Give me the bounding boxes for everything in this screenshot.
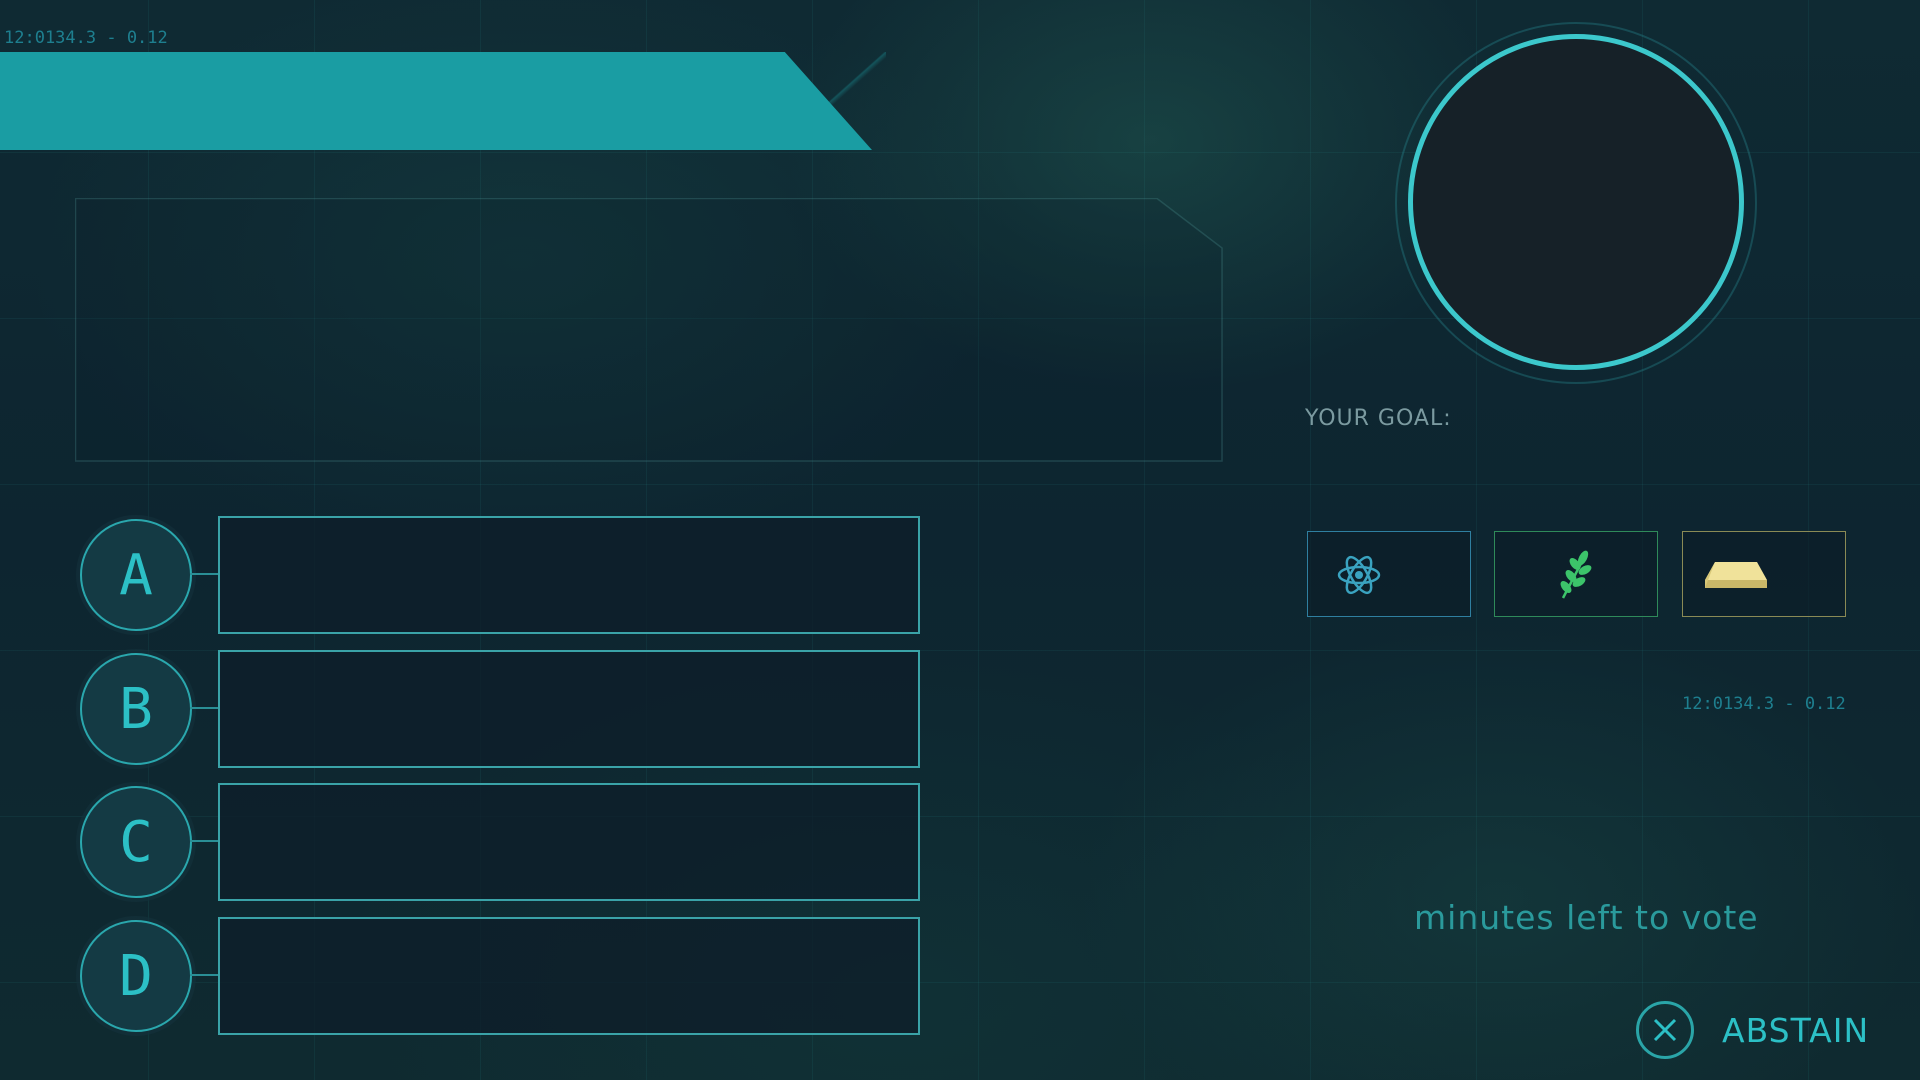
option-a-letter[interactable]: A xyxy=(80,519,192,631)
goal-tile-food xyxy=(1494,531,1658,617)
option-a[interactable]: A xyxy=(80,516,920,634)
player-portrait xyxy=(1408,34,1744,370)
abstain-label[interactable]: ABSTAIN xyxy=(1722,1011,1869,1050)
goal-tile-science xyxy=(1307,531,1471,617)
option-a-connector xyxy=(190,573,220,575)
title-banner xyxy=(0,52,872,150)
option-b-connector xyxy=(190,707,220,709)
option-d[interactable]: D xyxy=(80,917,920,1035)
goal-label: YOUR GOAL: xyxy=(1305,406,1452,431)
banner-edge-line xyxy=(776,52,886,150)
close-icon[interactable] xyxy=(1636,1001,1694,1059)
option-b-box[interactable] xyxy=(218,650,920,768)
question-frame xyxy=(75,198,1223,462)
abstain-button[interactable]: ABSTAIN xyxy=(1636,1001,1896,1063)
option-c[interactable]: C xyxy=(80,783,920,901)
wheat-icon xyxy=(1560,550,1592,599)
option-c-letter[interactable]: C xyxy=(80,786,192,898)
option-b-letter[interactable]: B xyxy=(80,653,192,765)
option-c-box[interactable] xyxy=(218,783,920,901)
option-b[interactable]: B xyxy=(80,650,920,768)
gold-bar-icon xyxy=(1705,562,1767,588)
goal-code: 12:0134.3 - 0.12 xyxy=(1682,694,1846,714)
option-d-letter[interactable]: D xyxy=(80,920,192,1032)
option-c-connector xyxy=(190,840,220,842)
goal-tile-gold xyxy=(1682,531,1846,617)
option-d-connector xyxy=(190,974,220,976)
option-a-box[interactable] xyxy=(218,516,920,634)
atom-icon xyxy=(1337,555,1381,595)
timer-label: minutes left to vote xyxy=(1414,898,1759,937)
option-d-box[interactable] xyxy=(218,917,920,1035)
header-code: 12:0134.3 - 0.12 xyxy=(4,28,168,48)
